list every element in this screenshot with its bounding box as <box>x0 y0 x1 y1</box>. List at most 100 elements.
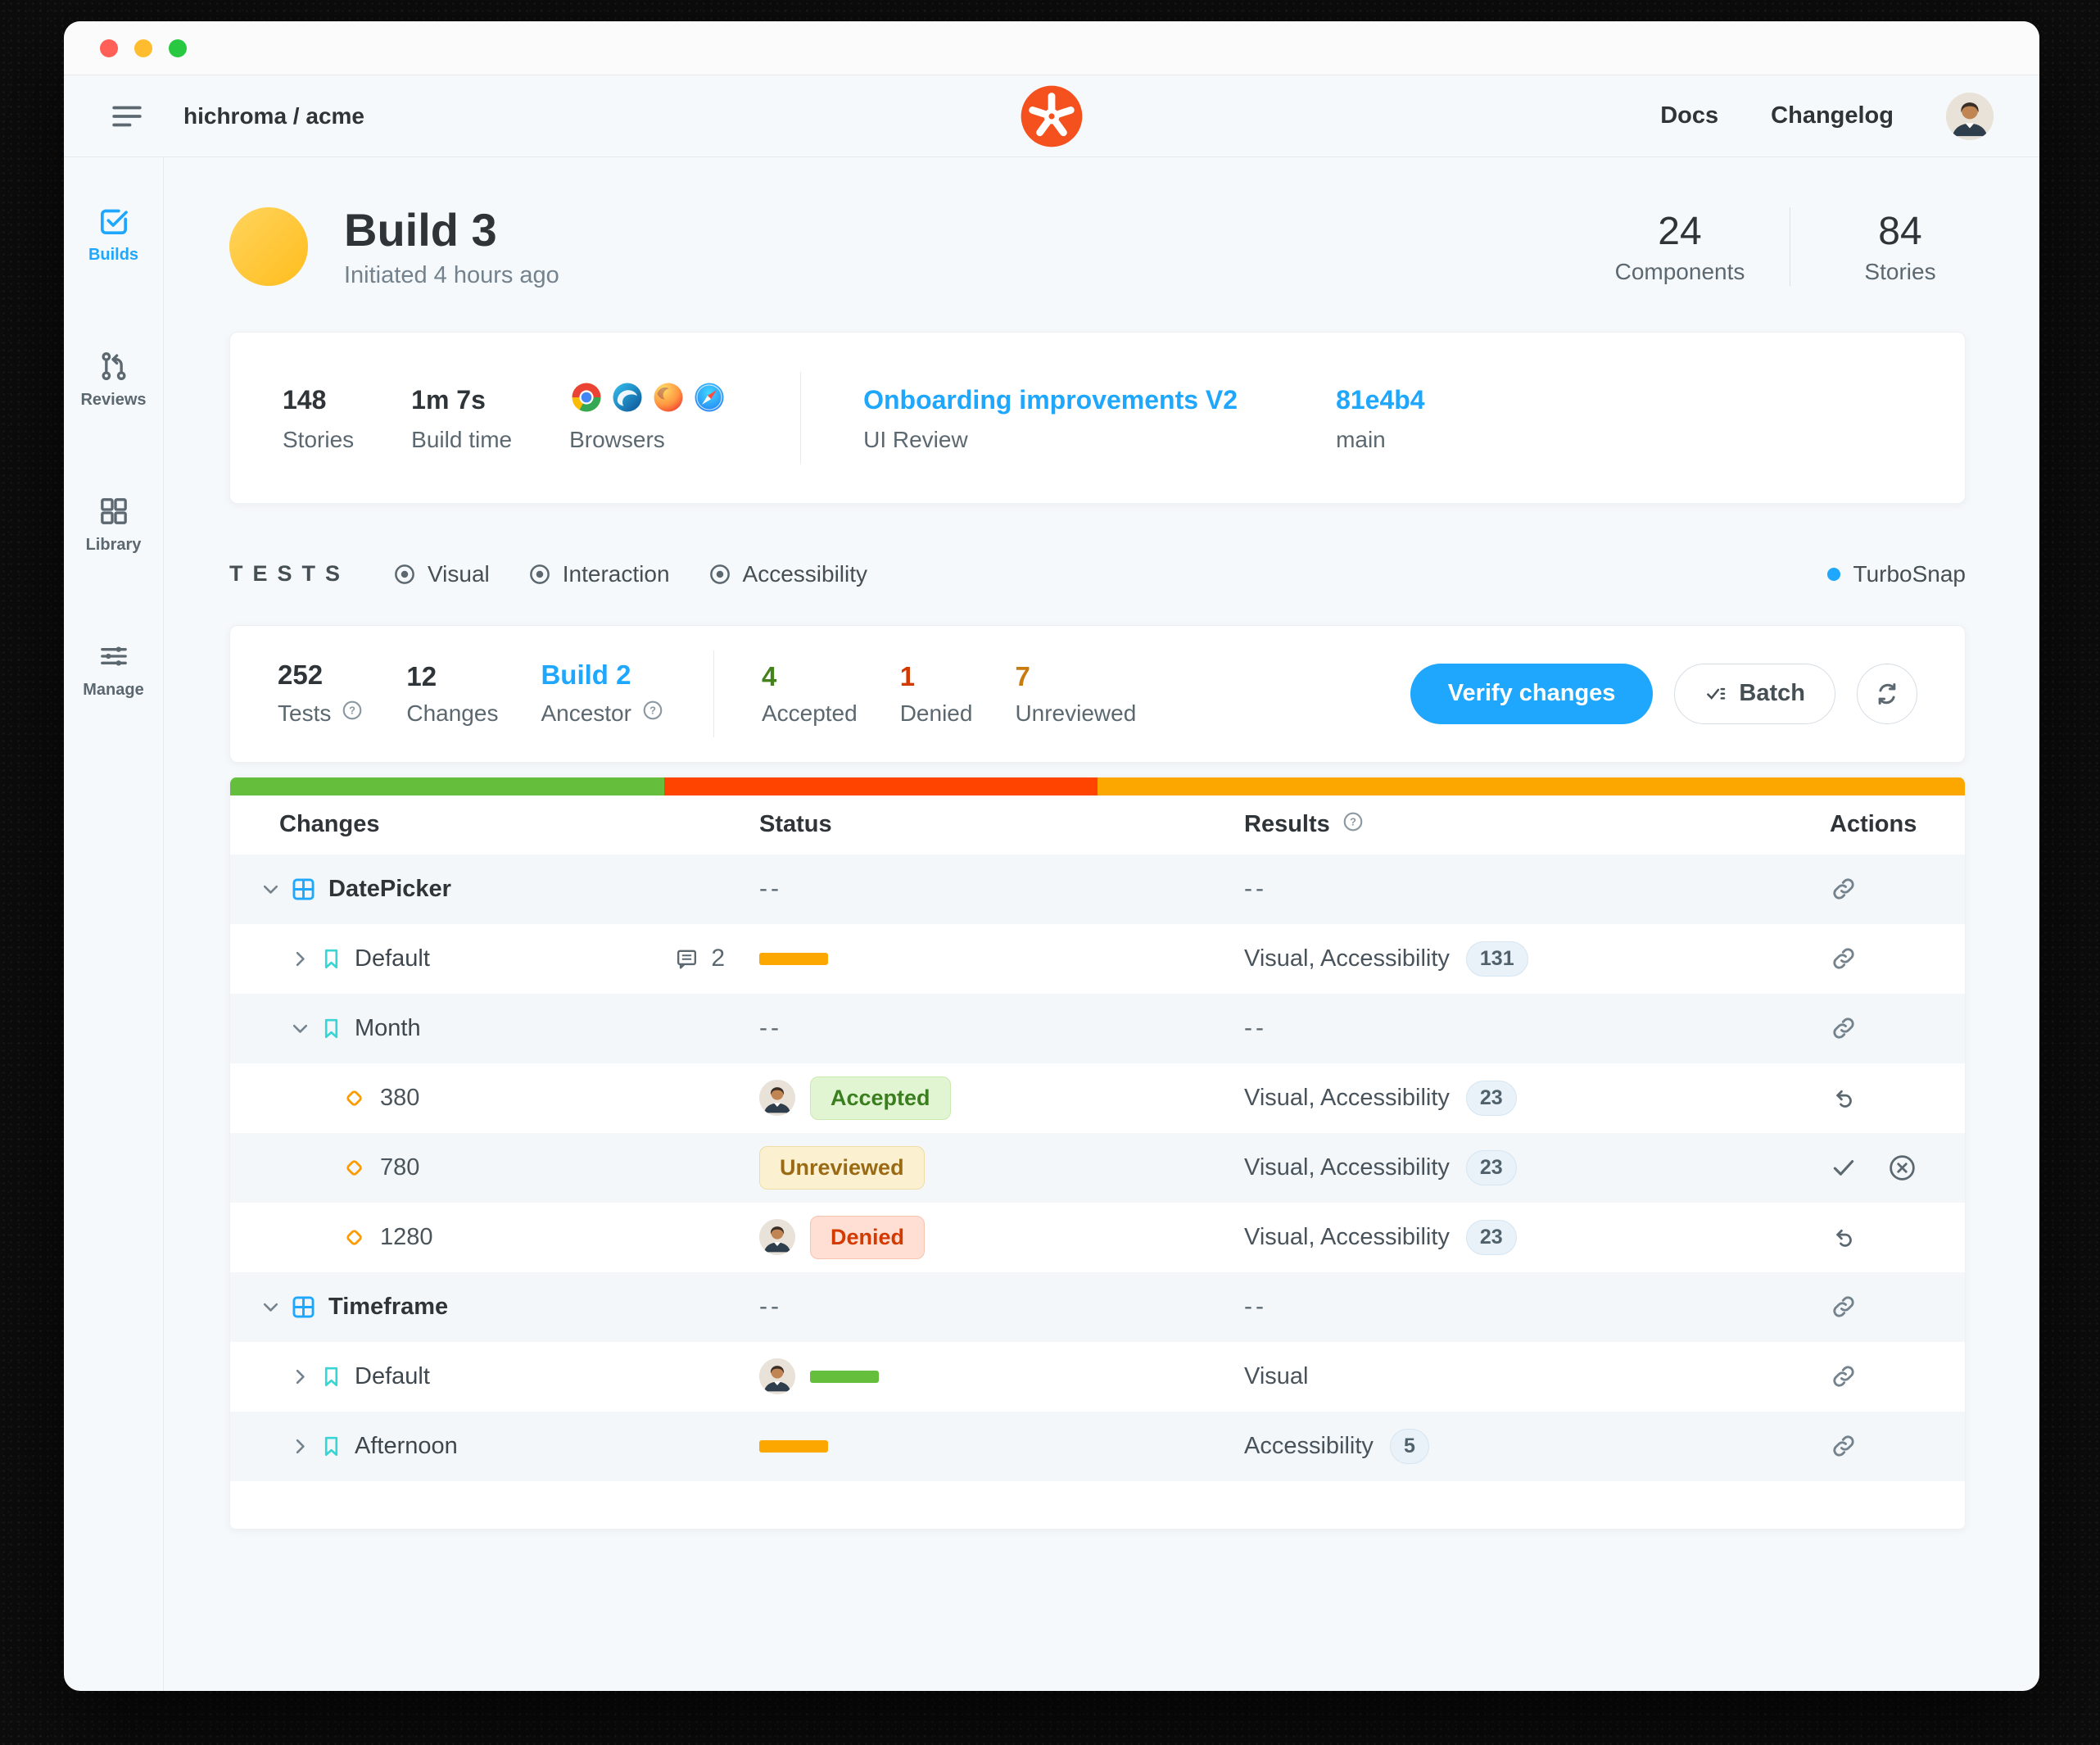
build-progress-bar <box>230 777 1965 795</box>
components-label: Components <box>1614 259 1745 285</box>
link-icon[interactable] <box>1830 875 1858 903</box>
changes-cell: DatePicker <box>260 876 759 903</box>
tests-stat: 252 Tests? <box>278 659 364 727</box>
changes-stat: 12 Changes <box>406 661 498 727</box>
row-label[interactable]: Default <box>355 945 430 972</box>
sidebar-item-library[interactable]: Library <box>86 495 142 555</box>
branch-label: main <box>1336 427 1425 453</box>
summary-build-time: 1m 7s Build time <box>411 383 512 453</box>
refresh-button[interactable] <box>1857 664 1917 724</box>
results-cell: Visual, Accessibility23 <box>1244 1220 1830 1255</box>
nav-link-docs[interactable]: Docs <box>1660 102 1718 129</box>
help-icon[interactable]: ? <box>1342 810 1365 840</box>
changes-cell: Default <box>260 1363 759 1390</box>
board-footer <box>230 1481 1965 1529</box>
sidebar-item-label: Library <box>86 536 142 555</box>
deny-icon[interactable] <box>1887 1153 1917 1183</box>
denied-count: 1 <box>900 661 973 692</box>
changes-count: 12 <box>406 661 498 692</box>
changes-cell: Default 2 <box>260 945 759 972</box>
link-icon[interactable] <box>1830 1293 1858 1321</box>
sidebar-item-builds[interactable]: Builds <box>88 205 138 265</box>
results-cell: -- <box>1244 1293 1830 1321</box>
user-avatar[interactable] <box>1946 93 1994 140</box>
build-stats: 24 Components 84 Stories <box>1614 207 1966 286</box>
status-cell: Accepted <box>759 1076 1244 1120</box>
nav-link-changelog[interactable]: Changelog <box>1771 102 1894 129</box>
status-cell <box>759 1440 1244 1453</box>
edge-icon <box>610 380 645 421</box>
column-header-actions: Actions <box>1830 811 1924 838</box>
status-bar <box>759 953 828 965</box>
table-row-datepicker: DatePicker---- <box>230 854 1965 924</box>
batch-button[interactable]: Batch <box>1674 664 1835 724</box>
changes-cell: 780 <box>260 1154 759 1181</box>
table-row-timeframe: Timeframe---- <box>230 1272 1965 1342</box>
chevron-right-icon[interactable] <box>289 948 311 970</box>
results-count-badge: 23 <box>1466 1220 1517 1255</box>
svg-text:?: ? <box>349 705 355 717</box>
test-toggle-interaction[interactable]: Interaction <box>527 561 670 587</box>
results-text: -- <box>1244 875 1267 903</box>
undo-icon[interactable] <box>1830 1224 1857 1251</box>
chevron-down-icon[interactable] <box>260 1296 282 1318</box>
progress-segment-0 <box>230 777 664 795</box>
commit-link[interactable]: Onboarding improvements V2 <box>863 383 1238 419</box>
chevron-right-icon[interactable] <box>289 1366 311 1388</box>
link-icon[interactable] <box>1830 1432 1858 1460</box>
link-icon[interactable] <box>1830 945 1858 972</box>
help-icon[interactable]: ? <box>641 699 664 727</box>
actions-cell <box>1830 1153 1924 1183</box>
close-window-button[interactable] <box>100 39 118 57</box>
row-label[interactable]: Timeframe <box>328 1294 448 1321</box>
results-text: Visual, Accessibility <box>1244 945 1450 972</box>
turbosnap-indicator[interactable]: TurboSnap <box>1827 561 1966 587</box>
progress-segment-1 <box>664 777 1098 795</box>
batch-check-icon <box>1704 682 1729 706</box>
changes-cell: 380 <box>260 1085 759 1112</box>
sidebar-item-manage[interactable]: Manage <box>83 640 143 700</box>
accepted-label: Accepted <box>762 700 858 727</box>
summary-branch: 81e4b4 main <box>1336 383 1425 453</box>
row-label[interactable]: Default <box>355 1363 430 1390</box>
commit-hash-link[interactable]: 81e4b4 <box>1336 383 1425 419</box>
row-label[interactable]: DatePicker <box>328 876 451 903</box>
row-label[interactable]: 780 <box>380 1154 419 1181</box>
accept-icon[interactable] <box>1830 1154 1858 1181</box>
zoom-window-button[interactable] <box>169 39 187 57</box>
comment-indicator[interactable]: 2 <box>674 945 725 972</box>
row-label[interactable]: Month <box>355 1015 421 1042</box>
row-label[interactable]: Afternoon <box>355 1433 458 1460</box>
chevron-down-icon[interactable] <box>289 1018 311 1040</box>
results-count-badge: 131 <box>1466 941 1528 977</box>
test-toggle-accessibility[interactable]: Accessibility <box>708 561 867 587</box>
reviews-icon <box>97 350 130 383</box>
ancestor-stat: Build 2 Ancestor? <box>541 659 664 727</box>
toggle-label: Interaction <box>563 561 670 587</box>
batch-label: Batch <box>1739 680 1805 707</box>
build-title-block: Build 3 Initiated 4 hours ago <box>344 205 559 289</box>
manage-icon <box>97 640 130 673</box>
row-label[interactable]: 380 <box>380 1085 419 1112</box>
summary-browsers-label: Browsers <box>569 427 726 453</box>
sidebar-item-reviews[interactable]: Reviews <box>80 350 146 410</box>
help-icon[interactable]: ? <box>341 699 364 727</box>
builds-icon <box>97 205 130 238</box>
test-toggle-visual[interactable]: Visual <box>392 561 490 587</box>
chevron-down-icon[interactable] <box>260 878 282 900</box>
story-bookmark-icon <box>319 1365 343 1389</box>
actions-cell <box>1830 1293 1924 1321</box>
chromatic-logo-icon[interactable] <box>1020 84 1084 148</box>
verify-changes-button[interactable]: Verify changes <box>1410 664 1654 724</box>
undo-icon[interactable] <box>1830 1085 1857 1112</box>
row-label[interactable]: 1280 <box>380 1224 433 1251</box>
minimize-window-button[interactable] <box>134 39 152 57</box>
build-header: Build 3 Initiated 4 hours ago 24 Compone… <box>229 205 1966 289</box>
results-count-badge: 23 <box>1466 1081 1517 1116</box>
link-icon[interactable] <box>1830 1362 1858 1390</box>
ancestor-build-link[interactable]: Build 2 <box>541 659 664 691</box>
chevron-right-icon[interactable] <box>289 1435 311 1457</box>
link-icon[interactable] <box>1830 1014 1858 1042</box>
breadcrumb[interactable]: hichroma / acme <box>183 103 364 129</box>
hamburger-menu-icon[interactable] <box>110 102 144 131</box>
